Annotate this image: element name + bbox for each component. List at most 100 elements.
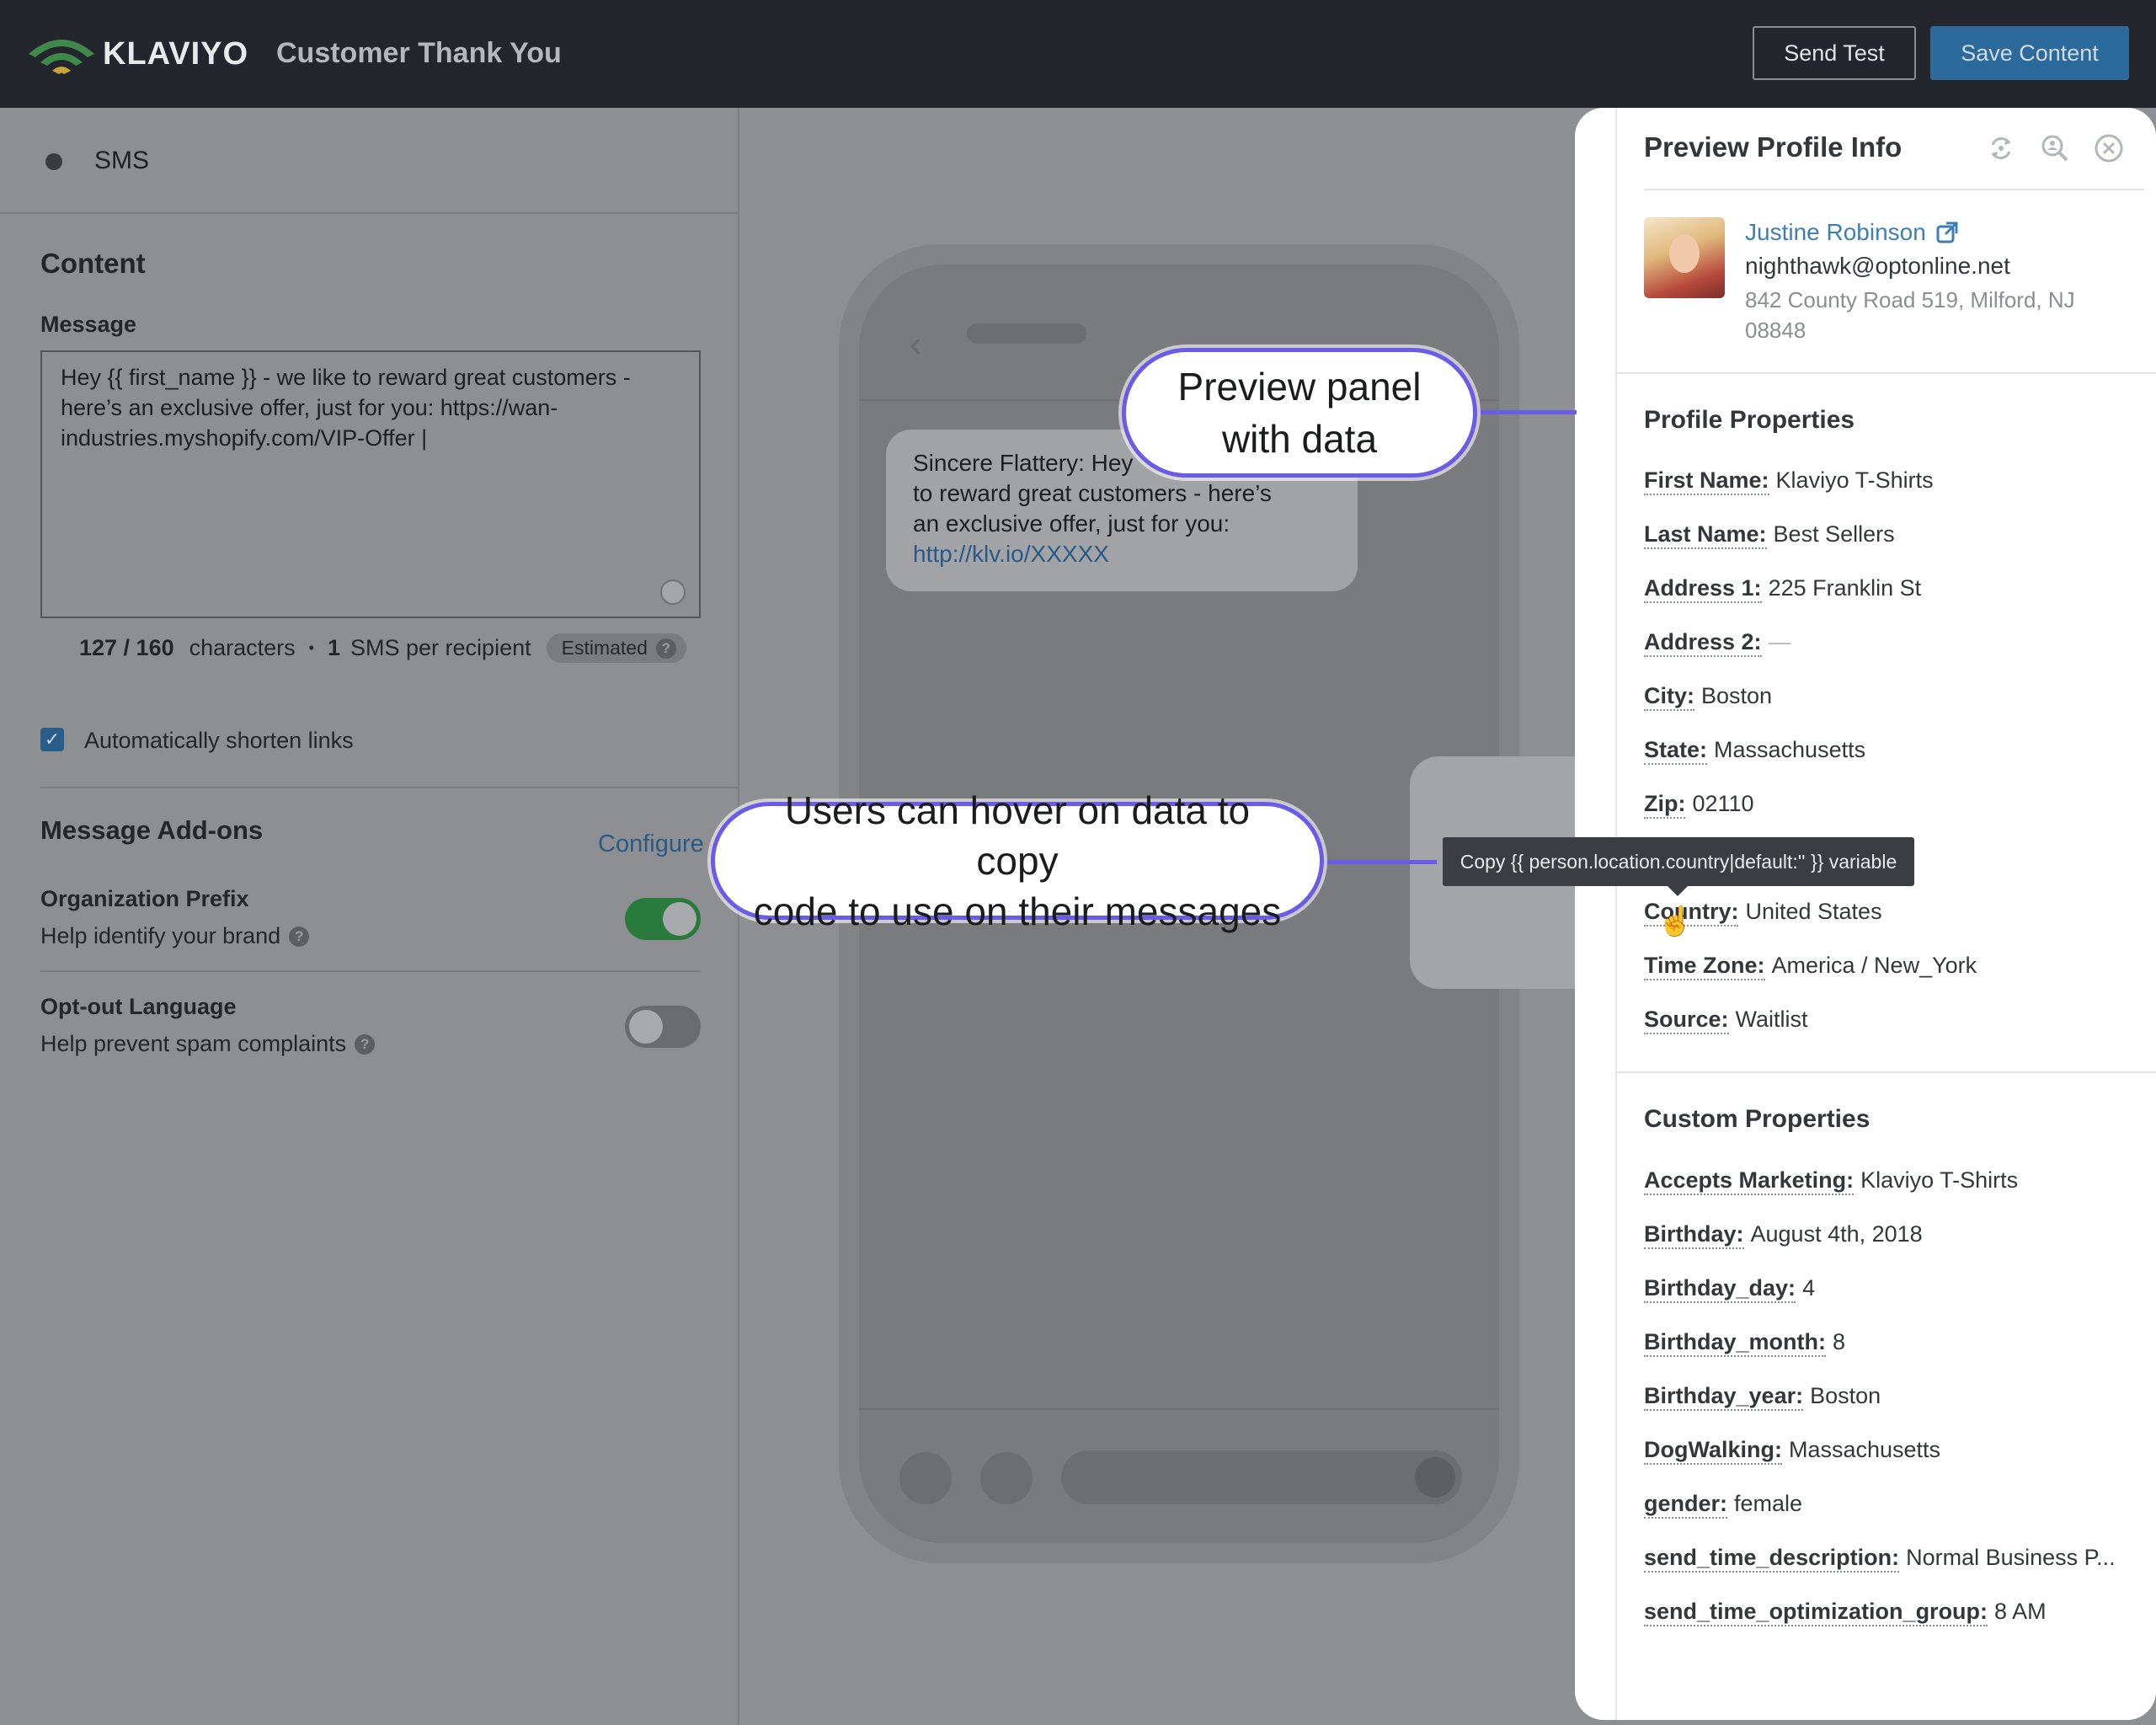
property-key[interactable]: City: <box>1644 683 1694 711</box>
shorten-links-checkbox[interactable]: ✓ <box>40 728 64 751</box>
search-profile-icon[interactable] <box>2040 133 2070 163</box>
channel-label: SMS <box>94 147 150 174</box>
save-content-button[interactable]: Save Content <box>1930 26 2129 80</box>
profile-email: nighthawk@optonline.net <box>1745 253 2010 279</box>
shorten-links-label: Automatically shorten links <box>84 728 354 753</box>
property-value[interactable]: Klaviyo T-Shirts <box>1860 1167 2018 1193</box>
property-value[interactable]: August 4th, 2018 <box>1751 1221 1923 1247</box>
property-key[interactable]: First Name: <box>1644 467 1769 495</box>
org-prefix-toggle[interactable] <box>625 898 701 940</box>
property-value[interactable]: 8 <box>1833 1329 1845 1354</box>
property-value[interactable]: Massachusetts <box>1714 737 1865 762</box>
property-row[interactable]: send_time_description: Normal Business P.… <box>1644 1545 2116 1573</box>
property-row[interactable]: City: Boston <box>1644 683 1772 711</box>
property-row[interactable]: gender: female <box>1644 1491 1802 1519</box>
org-prefix-subtitle: Help identify your brand ? <box>40 923 310 949</box>
property-row[interactable]: Source: Waitlist <box>1644 1007 1808 1034</box>
property-key[interactable]: Address 2: <box>1644 629 1762 657</box>
property-row[interactable]: Birthday_year: Boston <box>1644 1383 1881 1411</box>
status-dot <box>45 153 62 170</box>
top-bar: KLAVIYO Customer Thank You Send Test Sav… <box>0 0 2156 108</box>
property-key[interactable]: State: <box>1644 737 1708 765</box>
property-key[interactable]: Last Name: <box>1644 521 1767 549</box>
property-key[interactable]: Address 1: <box>1644 575 1762 603</box>
callout-hover-copy: Users can hover on data to copy code to … <box>711 788 1324 933</box>
optout-help-text: Help prevent spam complaints <box>40 1031 347 1056</box>
divider <box>1615 372 2156 374</box>
property-row[interactable]: DogWalking: Massachusetts <box>1644 1437 1940 1465</box>
property-key[interactable]: gender: <box>1644 1491 1728 1519</box>
property-value[interactable]: Waitlist <box>1736 1007 1808 1032</box>
close-icon[interactable] <box>2094 133 2124 163</box>
property-row[interactable]: Birthday: August 4th, 2018 <box>1644 1221 1923 1249</box>
property-value[interactable]: Klaviyo T-Shirts <box>1776 467 1934 493</box>
property-value[interactable]: 8 AM <box>1994 1599 2047 1624</box>
property-value[interactable]: — <box>1769 629 1791 654</box>
property-key[interactable]: Source: <box>1644 1007 1729 1034</box>
property-value[interactable]: Boston <box>1701 683 1772 708</box>
bubble-link: http://klv.io/XXXXX <box>913 541 1109 567</box>
help-icon[interactable]: ? <box>289 926 310 947</box>
property-value[interactable]: Best Sellers <box>1774 521 1895 547</box>
property-key[interactable]: Birthday_day: <box>1644 1275 1796 1303</box>
property-value[interactable]: America / New_York <box>1772 953 1977 978</box>
property-row[interactable]: Address 1: 225 Franklin St <box>1644 575 1922 603</box>
send-test-button[interactable]: Send Test <box>1753 26 1916 80</box>
property-key[interactable]: Time Zone: <box>1644 953 1765 980</box>
message-textarea[interactable]: Hey {{ first_name }} - we like to reward… <box>40 350 701 618</box>
property-key[interactable]: Birthday_month: <box>1644 1329 1826 1357</box>
emoji-icon[interactable] <box>660 579 686 605</box>
property-row[interactable]: Address 2: — <box>1644 629 1791 657</box>
panel-title: Preview Profile Info <box>1644 131 1903 163</box>
refresh-icon[interactable] <box>1986 133 2016 163</box>
property-row[interactable]: Last Name: Best Sellers <box>1644 521 1895 549</box>
bubble-line: to reward great customers - here’s <box>913 480 1272 506</box>
optout-toggle[interactable] <box>625 1006 701 1048</box>
property-row[interactable]: Zip: 02110 <box>1644 791 1754 819</box>
property-row[interactable]: send_time_optimization_group: 8 AM <box>1644 1599 2047 1626</box>
callout-line: Preview panel <box>1177 365 1422 409</box>
property-value[interactable]: 02110 <box>1692 791 1753 816</box>
property-value[interactable]: Massachusetts <box>1789 1437 1940 1462</box>
klaviyo-logo[interactable]: KLAVIYO <box>25 29 248 79</box>
property-key[interactable]: Birthday: <box>1644 1221 1744 1249</box>
property-row[interactable]: Birthday_day: 4 <box>1644 1275 1815 1303</box>
tooltip-arrow <box>1668 886 1688 896</box>
message-line: here’s an exclusive offer, just for you:… <box>61 395 558 420</box>
callout-line: Users can hover on data to copy <box>784 788 1251 883</box>
property-value[interactable]: 225 Franklin St <box>1769 575 1922 601</box>
property-row[interactable]: Birthday_month: 8 <box>1644 1329 1845 1357</box>
message-line: Hey {{ first_name }} - we like to reward… <box>61 365 631 390</box>
property-value[interactable]: female <box>1734 1491 1802 1516</box>
property-row[interactable]: Accepts Marketing: Klaviyo T-Shirts <box>1644 1167 2018 1195</box>
divider <box>40 787 739 788</box>
property-key[interactable]: Birthday_year: <box>1644 1383 1804 1411</box>
property-row[interactable]: Time Zone: America / New_York <box>1644 953 1977 980</box>
avatar-face <box>1669 234 1700 273</box>
content-heading: Content <box>40 248 146 279</box>
optout-title: Opt-out Language <box>40 994 237 1019</box>
property-value[interactable]: 4 <box>1802 1275 1815 1300</box>
hand-cursor-icon: ☝ <box>1657 905 1694 937</box>
send-icon <box>1415 1457 1455 1498</box>
external-link-icon[interactable] <box>1936 222 1958 243</box>
property-key[interactable]: Accepts Marketing: <box>1644 1167 1854 1195</box>
bubble-line: an exclusive offer, just for you: <box>913 510 1230 537</box>
property-value[interactable]: Boston <box>1810 1383 1881 1408</box>
help-icon[interactable]: ? <box>355 1033 376 1055</box>
property-key[interactable]: DogWalking: <box>1644 1437 1782 1465</box>
profile-name-link[interactable]: Justine Robinson <box>1745 219 1958 246</box>
property-value[interactable]: Normal Business P... <box>1906 1545 2116 1570</box>
property-key[interactable]: send_time_description: <box>1644 1545 1900 1573</box>
help-icon[interactable]: ? <box>655 638 676 659</box>
property-key[interactable]: send_time_optimization_group: <box>1644 1599 1988 1626</box>
property-key[interactable]: Zip: <box>1644 791 1686 819</box>
message-label: Message <box>40 312 137 337</box>
property-row[interactable]: State: Massachusetts <box>1644 737 1865 765</box>
phone-contact-bar <box>967 323 1086 344</box>
property-row[interactable]: First Name: Klaviyo T-Shirts <box>1644 467 1934 495</box>
property-value[interactable]: United States <box>1745 899 1881 924</box>
profile-address: 842 County Road 519, Milford, NJ 08848 <box>1745 287 2075 343</box>
configure-link[interactable]: Configure <box>598 830 704 858</box>
divider <box>40 970 701 972</box>
